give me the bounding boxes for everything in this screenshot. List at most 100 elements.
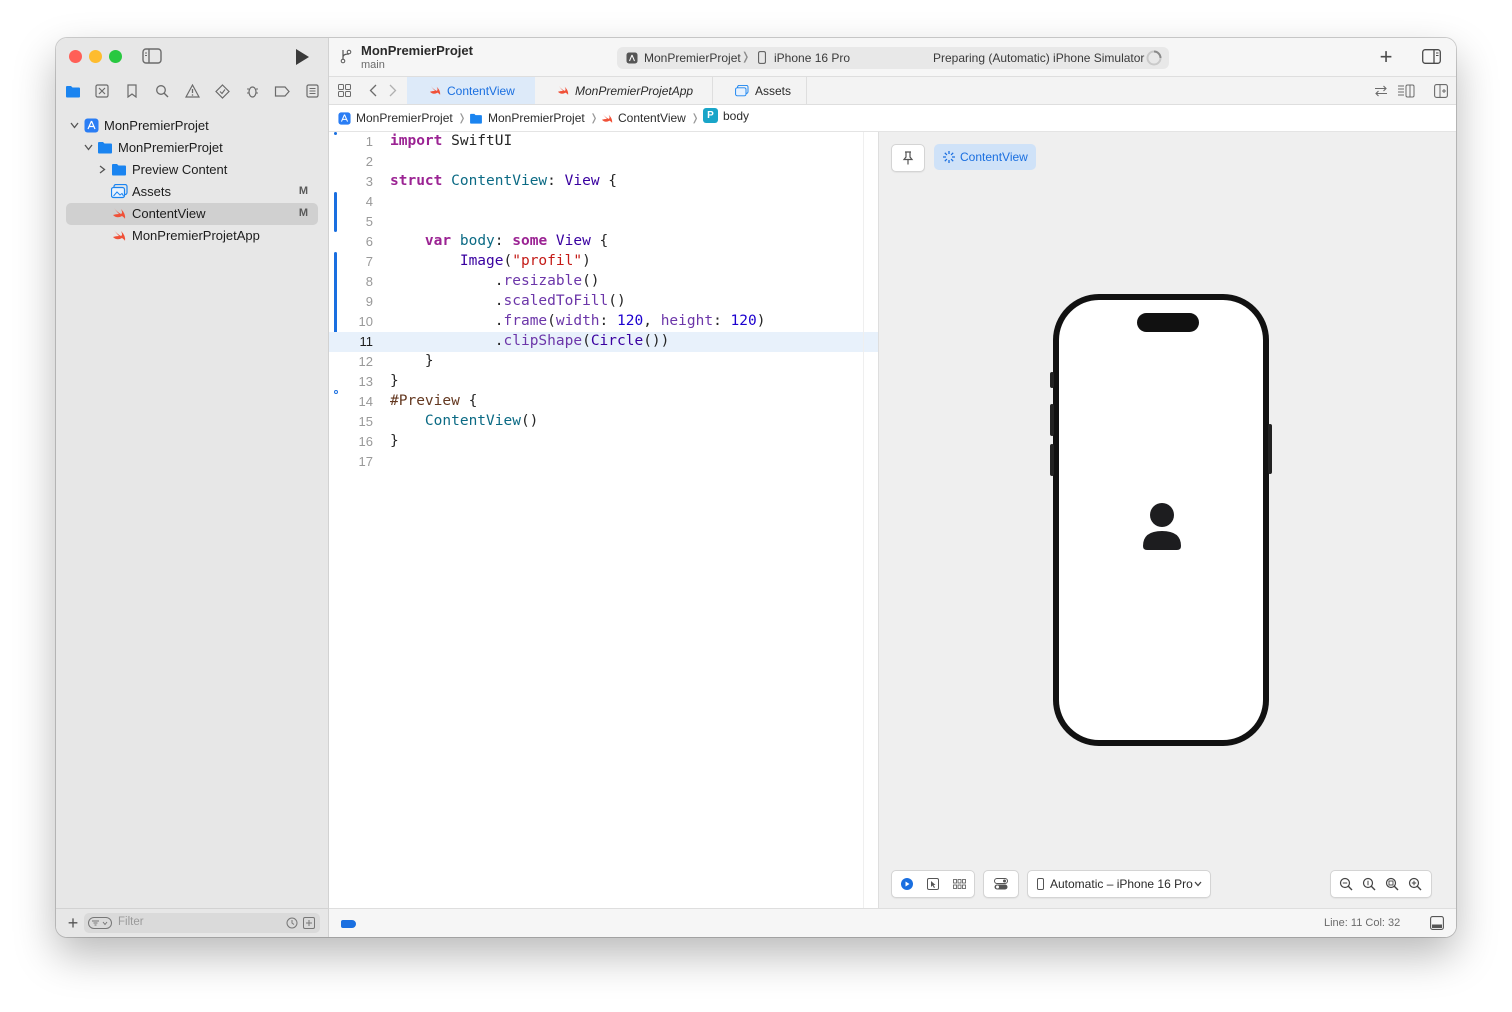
swift-file-icon <box>429 85 441 96</box>
loading-icon <box>943 151 955 163</box>
device-screen[interactable] <box>1059 300 1263 740</box>
disclosure-open-icon[interactable] <box>70 122 79 129</box>
breakpoint-nav-icon[interactable] <box>273 82 291 100</box>
tree-item-group[interactable]: MonPremierProjet <box>66 137 318 159</box>
code-line[interactable]: 16} <box>329 432 878 452</box>
selectable-mode-button[interactable] <box>921 871 946 897</box>
tab-assets[interactable]: Assets <box>713 77 807 104</box>
plus-icon[interactable]: + <box>1377 44 1395 69</box>
sidebar-toggle-icon[interactable] <box>142 47 162 65</box>
code-line[interactable]: 5 <box>329 212 878 232</box>
toolbar: MonPremierProjet main MonPremierProjet ❭… <box>329 38 1456 77</box>
project-icon <box>84 118 99 133</box>
back-icon[interactable] <box>369 84 377 97</box>
jump-bar-group[interactable]: MonPremierProjet ❭ <box>469 111 598 125</box>
jump-bar-file[interactable]: ContentView ❭ <box>601 111 699 125</box>
code-line[interactable]: 12 } <box>329 352 878 372</box>
code-line[interactable]: 14 #Preview { <box>329 392 878 412</box>
zoom-out-icon[interactable] <box>1339 877 1353 891</box>
editor-options-icon[interactable] <box>1397 84 1415 98</box>
code-line[interactable]: 17 <box>329 452 878 472</box>
folder-icon <box>98 142 112 154</box>
jump-bar-project[interactable]: MonPremierProjet ❭ <box>338 111 466 125</box>
chevron-down-icon <box>1194 881 1202 887</box>
zoom-window-button[interactable] <box>109 50 122 63</box>
debug-area-toggle-icon[interactable] <box>1430 916 1444 930</box>
close-window-button[interactable] <box>69 50 82 63</box>
scheme-selector[interactable]: MonPremierProjet <box>644 51 741 65</box>
inspector-toggle-icon[interactable] <box>1422 49 1441 64</box>
minimize-window-button[interactable] <box>89 50 102 63</box>
pin-preview-button[interactable] <box>891 144 925 172</box>
device-settings-button[interactable] <box>983 870 1019 898</box>
navigator-filter-bar: + Filter <box>56 908 328 937</box>
jump-bar: MonPremierProjet ❭ MonPremierProjet ❭ Co… <box>329 105 1456 132</box>
code-line[interactable]: 8 .resizable() <box>329 272 878 292</box>
source-control-nav-icon[interactable] <box>93 82 111 100</box>
debug-nav-icon[interactable] <box>243 82 261 100</box>
code-line-current[interactable]: 11 .clipShape(Circle()) <box>329 332 878 352</box>
zoom-fit-icon[interactable] <box>1385 877 1399 891</box>
filter-options-icon[interactable] <box>88 917 112 929</box>
destination-selector[interactable]: iPhone 16 Pro <box>774 51 850 65</box>
scm-filter-icon[interactable] <box>303 917 315 929</box>
code-line[interactable]: 4 <box>329 192 878 212</box>
property-symbol-icon: P <box>703 108 718 123</box>
code-line[interactable]: 9 .scaledToFill() <box>329 292 878 312</box>
navigator-selector-bar <box>56 78 328 104</box>
code-line[interactable]: 13} <box>329 372 878 392</box>
chevron-right-icon: ❭ <box>690 112 700 124</box>
tree-item-contentview[interactable]: ContentView M <box>66 203 318 225</box>
code-line[interactable]: 10 .frame(width: 120, height: 120) <box>329 312 878 332</box>
preview-chip-contentview[interactable]: ContentView <box>934 144 1036 170</box>
issue-nav-icon[interactable] <box>183 82 201 100</box>
tab-label: Assets <box>755 83 792 98</box>
tree-item-assets[interactable]: Assets M <box>66 181 318 203</box>
report-nav-icon[interactable] <box>303 82 321 100</box>
line-number: 15 <box>358 414 373 429</box>
branch-name[interactable]: main <box>361 59 385 71</box>
live-mode-button[interactable] <box>892 871 921 897</box>
folder-nav-icon[interactable] <box>64 82 82 100</box>
assets-icon <box>735 84 749 96</box>
variants-button[interactable] <box>946 871 974 897</box>
tab-monpremierprojetapp[interactable]: MonPremierProjetApp <box>535 77 713 104</box>
preview-device-menu[interactable]: Automatic – iPhone 16 Pro <box>1027 870 1211 898</box>
breakpoints-toggle-icon[interactable] <box>341 920 356 928</box>
tree-item-label: Assets <box>132 184 172 199</box>
code-line[interactable]: 1 import SwiftUI <box>329 132 878 152</box>
disclosure-open-icon[interactable] <box>84 144 93 151</box>
disclosure-closed-icon[interactable] <box>99 165 106 174</box>
swift-file-icon <box>113 230 126 241</box>
add-icon[interactable]: + <box>65 913 81 933</box>
related-items-icon[interactable] <box>338 84 351 97</box>
forward-icon[interactable] <box>389 84 397 97</box>
code-line[interactable]: 2 <box>329 152 878 172</box>
zoom-in-icon[interactable] <box>1408 877 1422 891</box>
tree-item-app[interactable]: MonPremierProjetApp <box>66 225 318 247</box>
code-line[interactable]: 6 var body: some View { <box>329 232 878 252</box>
tree-item-project[interactable]: MonPremierProjet <box>66 115 318 137</box>
test-nav-icon[interactable] <box>213 82 231 100</box>
live-play-icon <box>901 878 913 890</box>
chevron-right-icon: ❭ <box>457 112 467 124</box>
search-nav-icon[interactable] <box>153 82 171 100</box>
zoom-actual-icon[interactable] <box>1362 877 1376 891</box>
scheme-app-icon <box>626 52 638 64</box>
tab-contentview[interactable]: ContentView <box>407 77 535 104</box>
split-editor-icon[interactable] <box>1434 84 1448 98</box>
play-icon[interactable] <box>292 47 312 67</box>
code-line[interactable]: 3 struct ContentView: View { <box>329 172 878 192</box>
bookmark-nav-icon[interactable] <box>123 82 141 100</box>
project-icon <box>338 111 351 125</box>
code-line[interactable]: 7 Image("profil") <box>329 252 878 272</box>
line-number: 2 <box>365 154 373 169</box>
code-line[interactable]: 15 ContentView() <box>329 412 878 432</box>
source-editor[interactable]: 1 import SwiftUI 2 3 struct ContentView: V… <box>329 132 879 908</box>
tree-item-preview-content[interactable]: Preview Content <box>66 159 318 181</box>
filter-field[interactable]: Filter <box>84 913 320 933</box>
recent-files-icon[interactable] <box>286 917 298 929</box>
jump-bar-symbol[interactable]: P body <box>703 108 749 123</box>
line-number: 4 <box>365 194 373 209</box>
swap-icon[interactable] <box>1374 85 1388 97</box>
